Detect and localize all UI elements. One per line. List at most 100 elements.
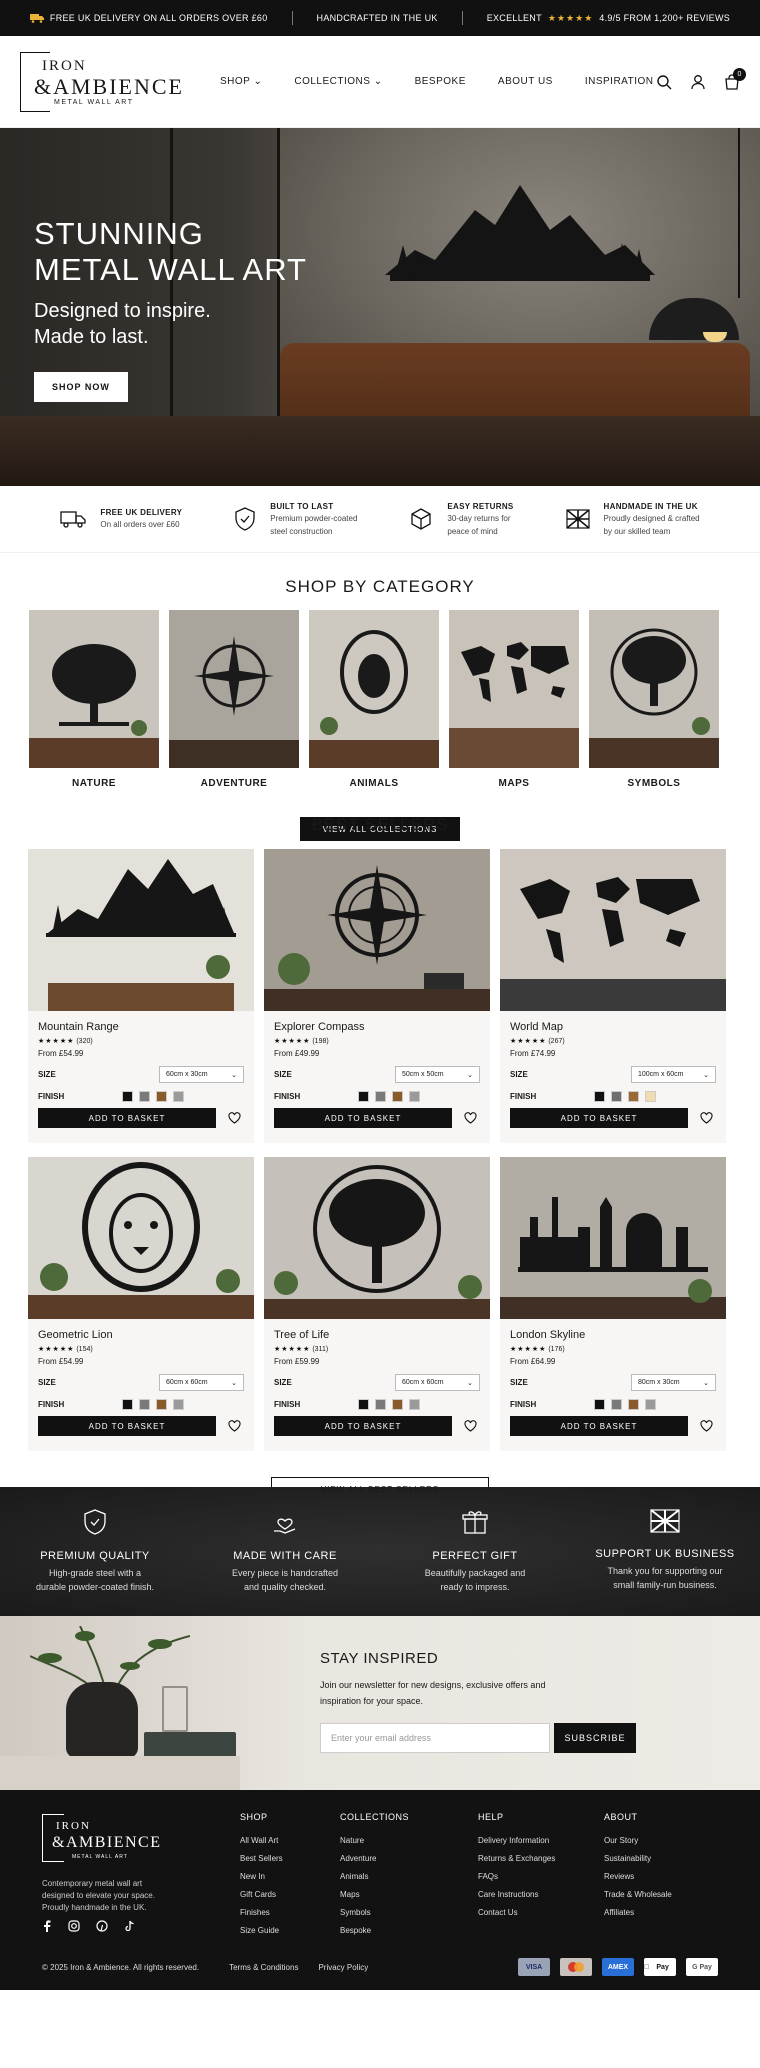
footer-link[interactable]: Symbols bbox=[340, 1904, 409, 1922]
footer-link[interactable]: Best Sellers bbox=[240, 1850, 283, 1868]
nav-collections[interactable]: COLLECTIONS ⌄ bbox=[294, 76, 382, 87]
footer-link[interactable]: Adventure bbox=[340, 1850, 409, 1868]
product-image[interactable] bbox=[28, 849, 254, 1011]
finish-swatch[interactable] bbox=[409, 1399, 420, 1410]
nav-bespoke[interactable]: BESPOKE bbox=[415, 76, 466, 87]
finish-swatch[interactable] bbox=[611, 1399, 622, 1410]
category-animals[interactable]: ANIMALS bbox=[309, 610, 439, 789]
footer-link[interactable]: Size Guide bbox=[240, 1922, 283, 1940]
account-icon[interactable] bbox=[690, 74, 706, 90]
product-card[interactable]: Geometric Lion ★★★★★ (154) From £54.99 SIZE… bbox=[28, 1157, 254, 1451]
footer-link[interactable]: Care Instructions bbox=[478, 1886, 555, 1904]
footer-link[interactable]: Delivery Information bbox=[478, 1832, 555, 1850]
add-to-basket-button[interactable]: ADD TO BASKET bbox=[38, 1416, 216, 1436]
finish-swatch[interactable] bbox=[594, 1399, 605, 1410]
add-to-basket-button[interactable]: ADD TO BASKET bbox=[274, 1108, 452, 1128]
footer-link[interactable]: Reviews bbox=[604, 1868, 672, 1886]
product-name[interactable]: Tree of Life bbox=[274, 1329, 480, 1341]
footer-link[interactable]: Animals bbox=[340, 1868, 409, 1886]
heart-icon[interactable] bbox=[464, 1420, 477, 1432]
finish-swatch[interactable] bbox=[358, 1091, 369, 1102]
finish-swatch[interactable] bbox=[156, 1091, 167, 1102]
product-card[interactable]: Tree of Life ★★★★★ (311) From £59.99 SIZE 60… bbox=[264, 1157, 490, 1451]
heart-icon[interactable] bbox=[228, 1112, 241, 1124]
category-maps[interactable]: MAPS bbox=[449, 610, 579, 789]
add-to-basket-button[interactable]: ADD TO BASKET bbox=[274, 1416, 452, 1436]
category-symbols[interactable]: SYMBOLS bbox=[589, 610, 719, 789]
finish-swatch[interactable] bbox=[139, 1399, 150, 1410]
finish-swatch[interactable] bbox=[358, 1399, 369, 1410]
finish-swatch[interactable] bbox=[375, 1091, 386, 1102]
pinterest-icon[interactable] bbox=[96, 1920, 108, 1932]
finish-swatch[interactable] bbox=[122, 1399, 133, 1410]
heart-icon[interactable] bbox=[700, 1112, 713, 1124]
product-image[interactable] bbox=[264, 1157, 490, 1319]
nav-inspiration[interactable]: INSPIRATION bbox=[585, 76, 654, 87]
product-card[interactable]: Explorer Compass ★★★★★ (198) From £49.99 SI… bbox=[264, 849, 490, 1143]
footer-logo[interactable]: IRON &AMBIENCE METAL WALL ART bbox=[42, 1814, 172, 1864]
heart-icon[interactable] bbox=[228, 1420, 241, 1432]
finish-swatch[interactable] bbox=[173, 1399, 184, 1410]
finish-swatch[interactable] bbox=[392, 1399, 403, 1410]
footer-link[interactable]: Contact Us bbox=[478, 1904, 555, 1922]
footer-link[interactable]: Nature bbox=[340, 1832, 409, 1850]
product-card[interactable]: London Skyline ★★★★★ (176) From £64.99 SIZE… bbox=[500, 1157, 726, 1451]
product-name[interactable]: Explorer Compass bbox=[274, 1021, 480, 1033]
add-to-basket-button[interactable]: ADD TO BASKET bbox=[510, 1416, 688, 1436]
add-to-basket-button[interactable]: ADD TO BASKET bbox=[510, 1108, 688, 1128]
heart-icon[interactable] bbox=[700, 1420, 713, 1432]
finish-swatch[interactable] bbox=[628, 1399, 639, 1410]
size-select[interactable]: 80cm x 30cm ⌄ bbox=[631, 1374, 716, 1391]
product-name[interactable]: Mountain Range bbox=[38, 1021, 244, 1033]
product-image[interactable] bbox=[500, 1157, 726, 1319]
size-select[interactable]: 50cm x 50cm ⌄ bbox=[395, 1066, 480, 1083]
finish-swatch[interactable] bbox=[156, 1399, 167, 1410]
footer-link[interactable]: New In bbox=[240, 1868, 283, 1886]
instagram-icon[interactable] bbox=[68, 1920, 80, 1932]
finish-swatch[interactable] bbox=[628, 1091, 639, 1102]
footer-link[interactable]: Maps bbox=[340, 1886, 409, 1904]
footer-link[interactable]: Finishes bbox=[240, 1904, 283, 1922]
rating-summary[interactable]: EXCELLENT ★★★★★ 4.9/5 FROM 1,200+ REVIEW… bbox=[487, 13, 730, 24]
cart-button[interactable]: 0 bbox=[724, 67, 746, 90]
category-nature[interactable]: NATURE bbox=[29, 610, 159, 789]
finish-swatch[interactable] bbox=[122, 1091, 133, 1102]
finish-swatch[interactable] bbox=[392, 1091, 403, 1102]
terms-link[interactable]: Terms & Conditions bbox=[229, 1963, 298, 1972]
heart-icon[interactable] bbox=[464, 1112, 477, 1124]
finish-swatch[interactable] bbox=[594, 1091, 605, 1102]
footer-link[interactable]: Affiliates bbox=[604, 1904, 672, 1922]
privacy-link[interactable]: Privacy Policy bbox=[318, 1963, 368, 1972]
tiktok-icon[interactable] bbox=[124, 1920, 135, 1932]
product-card[interactable]: World Map ★★★★★ (267) From £74.99 SIZE 100cm… bbox=[500, 849, 726, 1143]
footer-link[interactable]: Returns & Exchanges bbox=[478, 1850, 555, 1868]
finish-swatch[interactable] bbox=[173, 1091, 184, 1102]
shop-now-button[interactable]: SHOP NOW bbox=[34, 372, 128, 402]
size-select[interactable]: 60cm x 60cm ⌄ bbox=[159, 1374, 244, 1391]
finish-swatch[interactable] bbox=[375, 1399, 386, 1410]
subscribe-button[interactable]: SUBSCRIBE bbox=[554, 1723, 636, 1753]
footer-link[interactable]: All Wall Art bbox=[240, 1832, 283, 1850]
finish-swatch[interactable] bbox=[645, 1399, 656, 1410]
product-name[interactable]: Geometric Lion bbox=[38, 1329, 244, 1341]
footer-link[interactable]: Trade & Wholesale bbox=[604, 1886, 672, 1904]
email-input[interactable]: Enter your email address bbox=[320, 1723, 550, 1753]
footer-link[interactable]: Bespoke bbox=[340, 1922, 409, 1940]
nav-about[interactable]: ABOUT US bbox=[498, 76, 553, 87]
finish-swatch[interactable] bbox=[139, 1091, 150, 1102]
facebook-icon[interactable] bbox=[42, 1920, 52, 1932]
brand-logo[interactable]: IRON &AMBIENCE METAL WALL ART bbox=[20, 51, 182, 112]
product-image[interactable] bbox=[28, 1157, 254, 1319]
footer-link[interactable]: FAQs bbox=[478, 1868, 555, 1886]
add-to-basket-button[interactable]: ADD TO BASKET bbox=[38, 1108, 216, 1128]
product-name[interactable]: London Skyline bbox=[510, 1329, 716, 1341]
product-card[interactable]: Mountain Range ★★★★★ (320) From £54.99 SIZE… bbox=[28, 849, 254, 1143]
size-select[interactable]: 60cm x 60cm ⌄ bbox=[395, 1374, 480, 1391]
footer-link[interactable]: Gift Cards bbox=[240, 1886, 283, 1904]
category-adventure[interactable]: ADVENTURE bbox=[169, 610, 299, 789]
finish-swatch[interactable] bbox=[645, 1091, 656, 1102]
footer-link[interactable]: Our Story bbox=[604, 1832, 672, 1850]
size-select[interactable]: 100cm x 60cm ⌄ bbox=[631, 1066, 716, 1083]
nav-shop[interactable]: SHOP ⌄ bbox=[220, 76, 262, 87]
product-image[interactable] bbox=[500, 849, 726, 1011]
